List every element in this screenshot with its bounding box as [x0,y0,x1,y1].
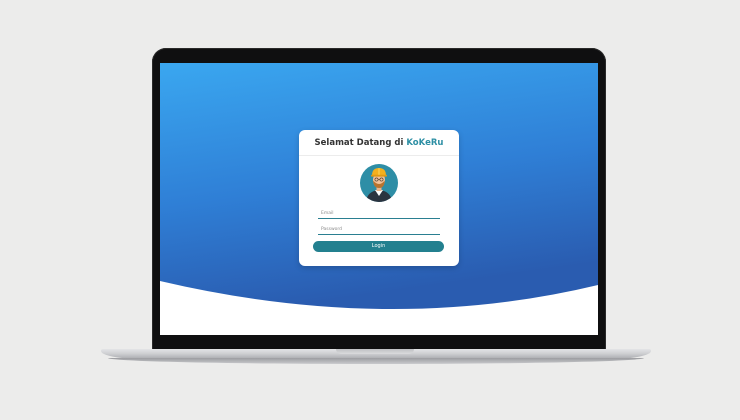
laptop-screen: Selamat Datang di KoKeRu Email Password … [160,63,598,335]
brand-name: KoKeRu [406,137,444,148]
email-input[interactable]: Email [318,209,440,219]
password-input[interactable]: Password [318,225,440,235]
login-card: Selamat Datang di KoKeRu Email Password … [299,130,459,266]
laptop-base-bottom [108,358,644,364]
login-title-prefix: Selamat Datang di [314,137,404,148]
laptop-notch [336,349,414,354]
login-button[interactable]: Login [313,241,444,252]
laptop-mockup: Selamat Datang di KoKeRu Email Password … [0,0,740,420]
worker-avatar-icon [360,164,398,202]
login-title: Selamat Datang di KoKeRu [299,130,459,156]
